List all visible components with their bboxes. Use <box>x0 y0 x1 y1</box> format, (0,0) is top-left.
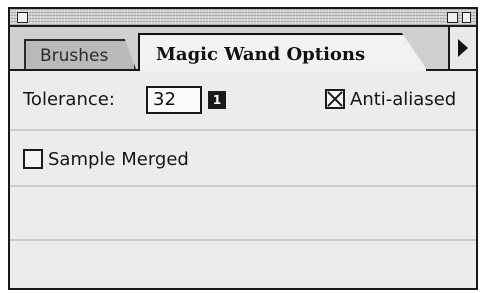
sample-merged-label[interactable]: Sample Merged <box>48 149 189 170</box>
shortcut-badge-icon: 1 <box>208 91 226 109</box>
sample-merged-row: Sample Merged <box>10 131 476 187</box>
tab-brushes-label: Brushes <box>40 46 109 66</box>
anti-aliased-label[interactable]: Anti-aliased <box>350 89 456 110</box>
anti-aliased-checkbox[interactable] <box>325 89 345 109</box>
tab-magic-wand-options[interactable]: Magic Wand Options <box>138 33 428 71</box>
tab-brushes[interactable]: Brushes <box>24 39 136 69</box>
tab-magic-wand-options-label: Magic Wand Options <box>156 44 366 65</box>
collapse-box-icon[interactable] <box>462 12 471 23</box>
sample-merged-checkbox[interactable] <box>23 149 43 169</box>
tab-row: Brushes Magic Wand Options <box>10 27 476 71</box>
magic-wand-palette: Brushes Magic Wand Options Tolerance: 32… <box>8 7 478 290</box>
tolerance-input[interactable]: 32 <box>146 86 202 114</box>
options-panel: Tolerance: 32 1 Anti-aliased Sample Merg… <box>10 71 476 288</box>
palette-menu-arrow-icon[interactable] <box>448 27 476 69</box>
tolerance-row: Tolerance: 32 1 Anti-aliased <box>10 71 476 131</box>
close-box-icon[interactable] <box>17 12 28 23</box>
empty-row <box>10 187 476 241</box>
palette-title-bar[interactable] <box>10 9 476 27</box>
tolerance-label: Tolerance: <box>23 89 115 110</box>
zoom-box-icon[interactable] <box>447 12 458 23</box>
